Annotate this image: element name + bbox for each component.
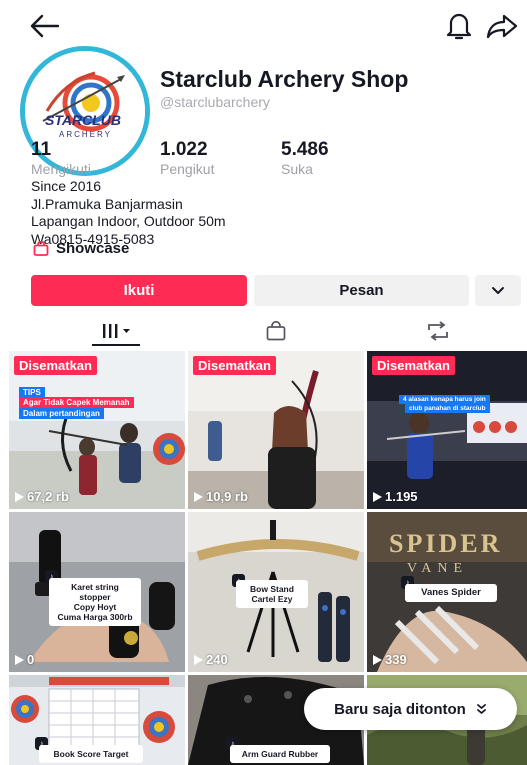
play-icon	[373, 654, 382, 665]
view-count-value: 339	[385, 652, 407, 667]
message-button[interactable]: Pesan	[254, 275, 469, 306]
sticker-line: Copy Hoyt	[73, 602, 117, 612]
pinned-badge: Disematkan	[14, 356, 97, 375]
logo-text-bottom: ARCHERY	[59, 130, 112, 139]
recently-watched-button[interactable]: Baru saja ditonton	[304, 688, 517, 730]
video-thumbnail[interactable]: Disematkan 4 alasan kenapa harus join cl…	[367, 351, 527, 509]
active-tab-indicator	[92, 344, 140, 346]
video-tag: Agar Tidak Capek Memanah	[19, 397, 134, 408]
view-count: 0	[15, 652, 34, 667]
stat-following-label: Mengikuti	[31, 161, 91, 177]
play-icon	[15, 654, 24, 665]
sticker-line: Karet string stopper	[71, 582, 119, 602]
back-arrow-icon[interactable]	[28, 12, 62, 40]
recently-watched-label: Baru saja ditonton	[334, 700, 466, 718]
double-chevron-down-icon	[476, 704, 486, 714]
view-count: 1.195	[373, 489, 418, 504]
shopping-bag-icon	[266, 321, 286, 341]
bio-line: Lapangan Indoor, Outdoor 50m	[31, 213, 226, 229]
view-count-value: 1.195	[385, 489, 418, 504]
video-tag: club panahan di starclub	[405, 404, 490, 413]
product-sticker: Book Score Target	[39, 745, 143, 763]
product-sticker: Vanes Spider	[405, 584, 497, 602]
chevron-down-icon	[492, 287, 504, 294]
showcase-link[interactable]: Showcase	[33, 240, 129, 257]
play-icon	[194, 654, 203, 665]
pinned-badge: Disematkan	[372, 356, 455, 375]
sticker-line: Book Score Target	[53, 749, 129, 759]
showcase-label: Showcase	[56, 240, 130, 257]
view-count: 10,9 rb	[194, 489, 248, 504]
stat-following-value: 11	[31, 139, 52, 160]
sticker-line: Vanes Spider	[421, 587, 481, 598]
svg-text:VANE: VANE	[407, 561, 468, 576]
sticker-line: Arm Guard Rubber	[241, 749, 319, 759]
view-count-value: 67,2 rb	[27, 489, 69, 504]
repost-icon	[428, 321, 448, 341]
pinned-badge: Disematkan	[193, 356, 276, 375]
video-thumbnail[interactable]: ♪ Karet string stopper Copy Hoyt Cuma Ha…	[9, 512, 185, 672]
more-options-button[interactable]	[475, 275, 521, 306]
video-tag: Dalam pertandingan	[19, 408, 104, 419]
stat-followers[interactable]: 1.022 Pengikut	[160, 139, 214, 177]
stat-likes[interactable]: 5.486 Suka	[281, 139, 329, 177]
profile-tabs	[0, 312, 527, 350]
svg-text:SPIDER: SPIDER	[389, 529, 502, 558]
product-sticker: Arm Guard Rubber	[230, 745, 330, 763]
view-count: 67,2 rb	[15, 489, 69, 504]
bell-icon[interactable]	[444, 10, 474, 42]
view-count-value: 0	[27, 652, 35, 667]
play-icon	[373, 491, 382, 502]
sticker-line: Cuma Harga 300rb	[57, 612, 133, 622]
video-thumbnail[interactable]: ♪ Bow Stand Cartel Ezy 240	[188, 512, 364, 672]
bio-line: Since 2016	[31, 178, 102, 194]
sticker-line: Cartel Ezy	[251, 594, 293, 604]
profile-bio: Since 2016 Jl.Pramuka Banjarmasin Lapang…	[31, 178, 226, 248]
video-tag: 4 alasan kenapa harus join	[399, 395, 490, 404]
tab-repost[interactable]	[414, 312, 462, 350]
stat-followers-label: Pengikut	[160, 161, 215, 177]
bio-line: Jl.Pramuka Banjarmasin	[31, 195, 183, 212]
stat-likes-value: 5.486	[281, 139, 329, 160]
stat-followers-value: 1.022	[160, 139, 208, 160]
follow-button[interactable]: Ikuti	[31, 275, 247, 306]
profile-name: Starclub Archery Shop	[160, 66, 409, 92]
view-count-value: 240	[206, 652, 228, 667]
share-icon[interactable]	[486, 12, 518, 40]
grid-lines-icon	[103, 324, 130, 338]
shopping-bag-icon	[33, 241, 49, 256]
view-count: 240	[194, 652, 228, 667]
view-count-value: 10,9 rb	[206, 489, 248, 504]
logo-text-top: STARCLUB	[45, 112, 121, 128]
video-thumbnail[interactable]: Disematkan 10,9 rb	[188, 351, 364, 509]
stat-likes-label: Suka	[281, 161, 313, 177]
sticker-line: Bow Stand	[250, 584, 294, 594]
video-thumbnail[interactable]: ♪ Book Score Target	[9, 675, 185, 765]
product-sticker: Karet string stopper Copy Hoyt Cuma Harg…	[49, 578, 141, 626]
profile-handle: @starclubarchery	[160, 94, 270, 110]
view-count: 339	[373, 652, 407, 667]
play-icon	[15, 491, 24, 502]
stat-following[interactable]: 11 Mengikuti	[31, 139, 91, 177]
tab-shop[interactable]	[252, 312, 300, 350]
video-thumbnail[interactable]: SPIDER VANE ♪ Vanes Spider 339	[367, 512, 527, 672]
play-icon	[194, 491, 203, 502]
video-thumbnail[interactable]: Disematkan TIPS Agar Tidak Capek Memanah…	[9, 351, 185, 509]
top-bar	[0, 0, 527, 52]
product-sticker: Bow Stand Cartel Ezy	[236, 580, 308, 608]
